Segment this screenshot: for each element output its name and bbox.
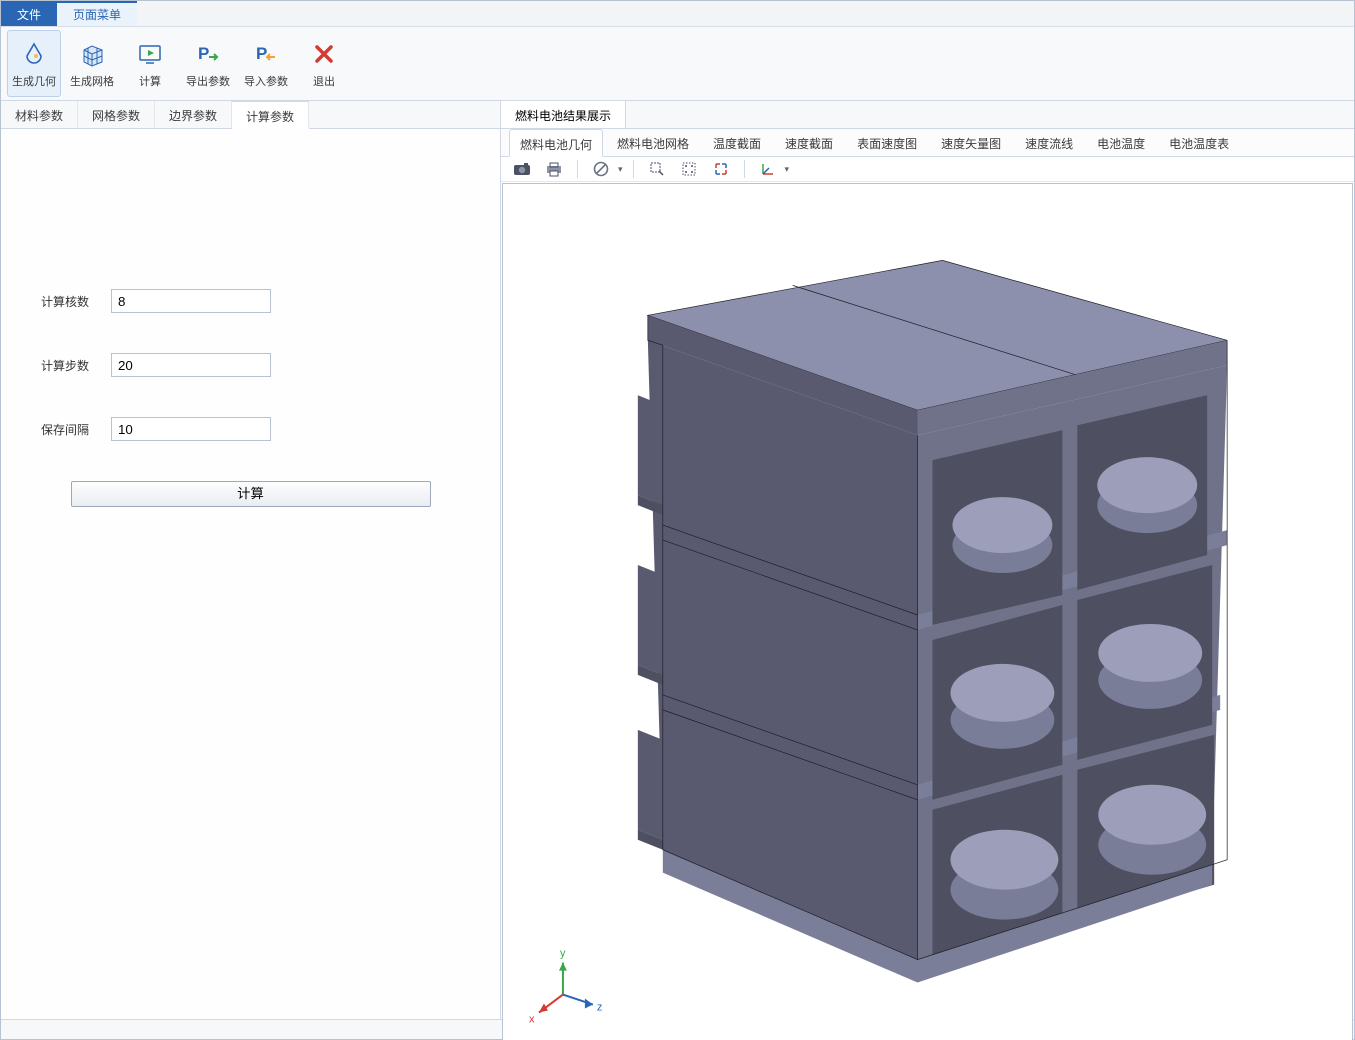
interval-label: 保存间隔 — [41, 421, 111, 438]
tab-vel-vector[interactable]: 速度矢量图 — [931, 129, 1011, 156]
tab-boundary-params[interactable]: 边界参数 — [155, 101, 232, 128]
left-body: 计算核数 计算步数 保存间隔 计算 — [1, 129, 500, 1019]
svg-text:z: z — [597, 1002, 602, 1014]
compute-button[interactable]: 计算 — [71, 481, 431, 507]
p-import-icon: P — [251, 39, 281, 69]
play-monitor-icon — [135, 39, 165, 69]
steps-input[interactable] — [111, 353, 271, 377]
tab-batt-temp[interactable]: 电池温度 — [1087, 129, 1155, 156]
zoom-extents-icon[interactable] — [676, 157, 702, 181]
tab-vel-stream[interactable]: 速度流线 — [1015, 129, 1083, 156]
tab-material-params[interactable]: 材料参数 — [1, 101, 78, 128]
tab-mesh[interactable]: 燃料电池网格 — [607, 129, 699, 156]
ribbon-compute[interactable]: 计算 — [123, 30, 177, 97]
svg-text:y: y — [560, 948, 566, 960]
steps-label: 计算步数 — [41, 357, 111, 374]
p-export-icon: P — [193, 39, 223, 69]
left-tabs: 材料参数 网格参数 边界参数 计算参数 — [1, 101, 500, 129]
tab-surf-vel[interactable]: 表面速度图 — [847, 129, 927, 156]
print-icon[interactable] — [541, 157, 567, 181]
camera-icon[interactable] — [509, 157, 535, 181]
axes-icon[interactable] — [755, 157, 781, 181]
tab-geometry[interactable]: 燃料电池几何 — [509, 129, 603, 157]
viewer-toolbar: ▾ ▾ — [501, 157, 1354, 182]
cores-label: 计算核数 — [41, 293, 111, 310]
mesh-cube-icon — [77, 39, 107, 69]
right-panel: 燃料电池结果展示 燃料电池几何 燃料电池网格 温度截面 速度截面 表面速度图 速… — [501, 101, 1354, 1019]
left-panel: 材料参数 网格参数 边界参数 计算参数 计算核数 计算步数 保存间隔 计算 — [1, 101, 501, 1019]
content-area: 材料参数 网格参数 边界参数 计算参数 计算核数 计算步数 保存间隔 计算 — [1, 101, 1354, 1019]
menu-bar: 文件 页面菜单 — [1, 1, 1354, 27]
cores-input[interactable] — [111, 289, 271, 313]
svg-text:P: P — [256, 44, 267, 63]
ribbon: 生成几何 生成网格 计算 P 导出参数 P 导入参数 退出 — [1, 27, 1354, 101]
3d-viewport[interactable]: y x z — [502, 183, 1353, 1040]
tab-batt-temp-table[interactable]: 电池温度表 — [1159, 129, 1239, 156]
droplet-icon — [19, 39, 49, 69]
axis-triad: y x z — [529, 948, 602, 1026]
tab-vel-section[interactable]: 速度截面 — [775, 129, 843, 156]
close-x-icon — [309, 39, 339, 69]
tab-result-display[interactable]: 燃料电池结果展示 — [501, 101, 626, 128]
geometry-model: y x z — [503, 184, 1352, 1040]
tab-compute-params[interactable]: 计算参数 — [232, 101, 309, 129]
svg-text:x: x — [529, 1014, 535, 1026]
menu-file[interactable]: 文件 — [1, 1, 57, 26]
reset-view-icon[interactable] — [708, 157, 734, 181]
ribbon-generate-mesh[interactable]: 生成网格 — [65, 30, 119, 97]
result-inner-tabs: 燃料电池几何 燃料电池网格 温度截面 速度截面 表面速度图 速度矢量图 速度流线… — [501, 129, 1354, 157]
result-outer-tabs: 燃料电池结果展示 — [501, 101, 1354, 129]
ribbon-import-params[interactable]: P 导入参数 — [239, 30, 293, 97]
no-entry-icon[interactable] — [588, 157, 614, 181]
ribbon-generate-geometry[interactable]: 生成几何 — [7, 30, 61, 97]
interval-input[interactable] — [111, 417, 271, 441]
ribbon-export-params[interactable]: P 导出参数 — [181, 30, 235, 97]
tab-temp-section[interactable]: 温度截面 — [703, 129, 771, 156]
tab-mesh-params[interactable]: 网格参数 — [78, 101, 155, 128]
ribbon-exit[interactable]: 退出 — [297, 30, 351, 97]
menu-page[interactable]: 页面菜单 — [57, 1, 137, 26]
zoom-box-icon[interactable] — [644, 157, 670, 181]
svg-text:P: P — [198, 44, 209, 63]
